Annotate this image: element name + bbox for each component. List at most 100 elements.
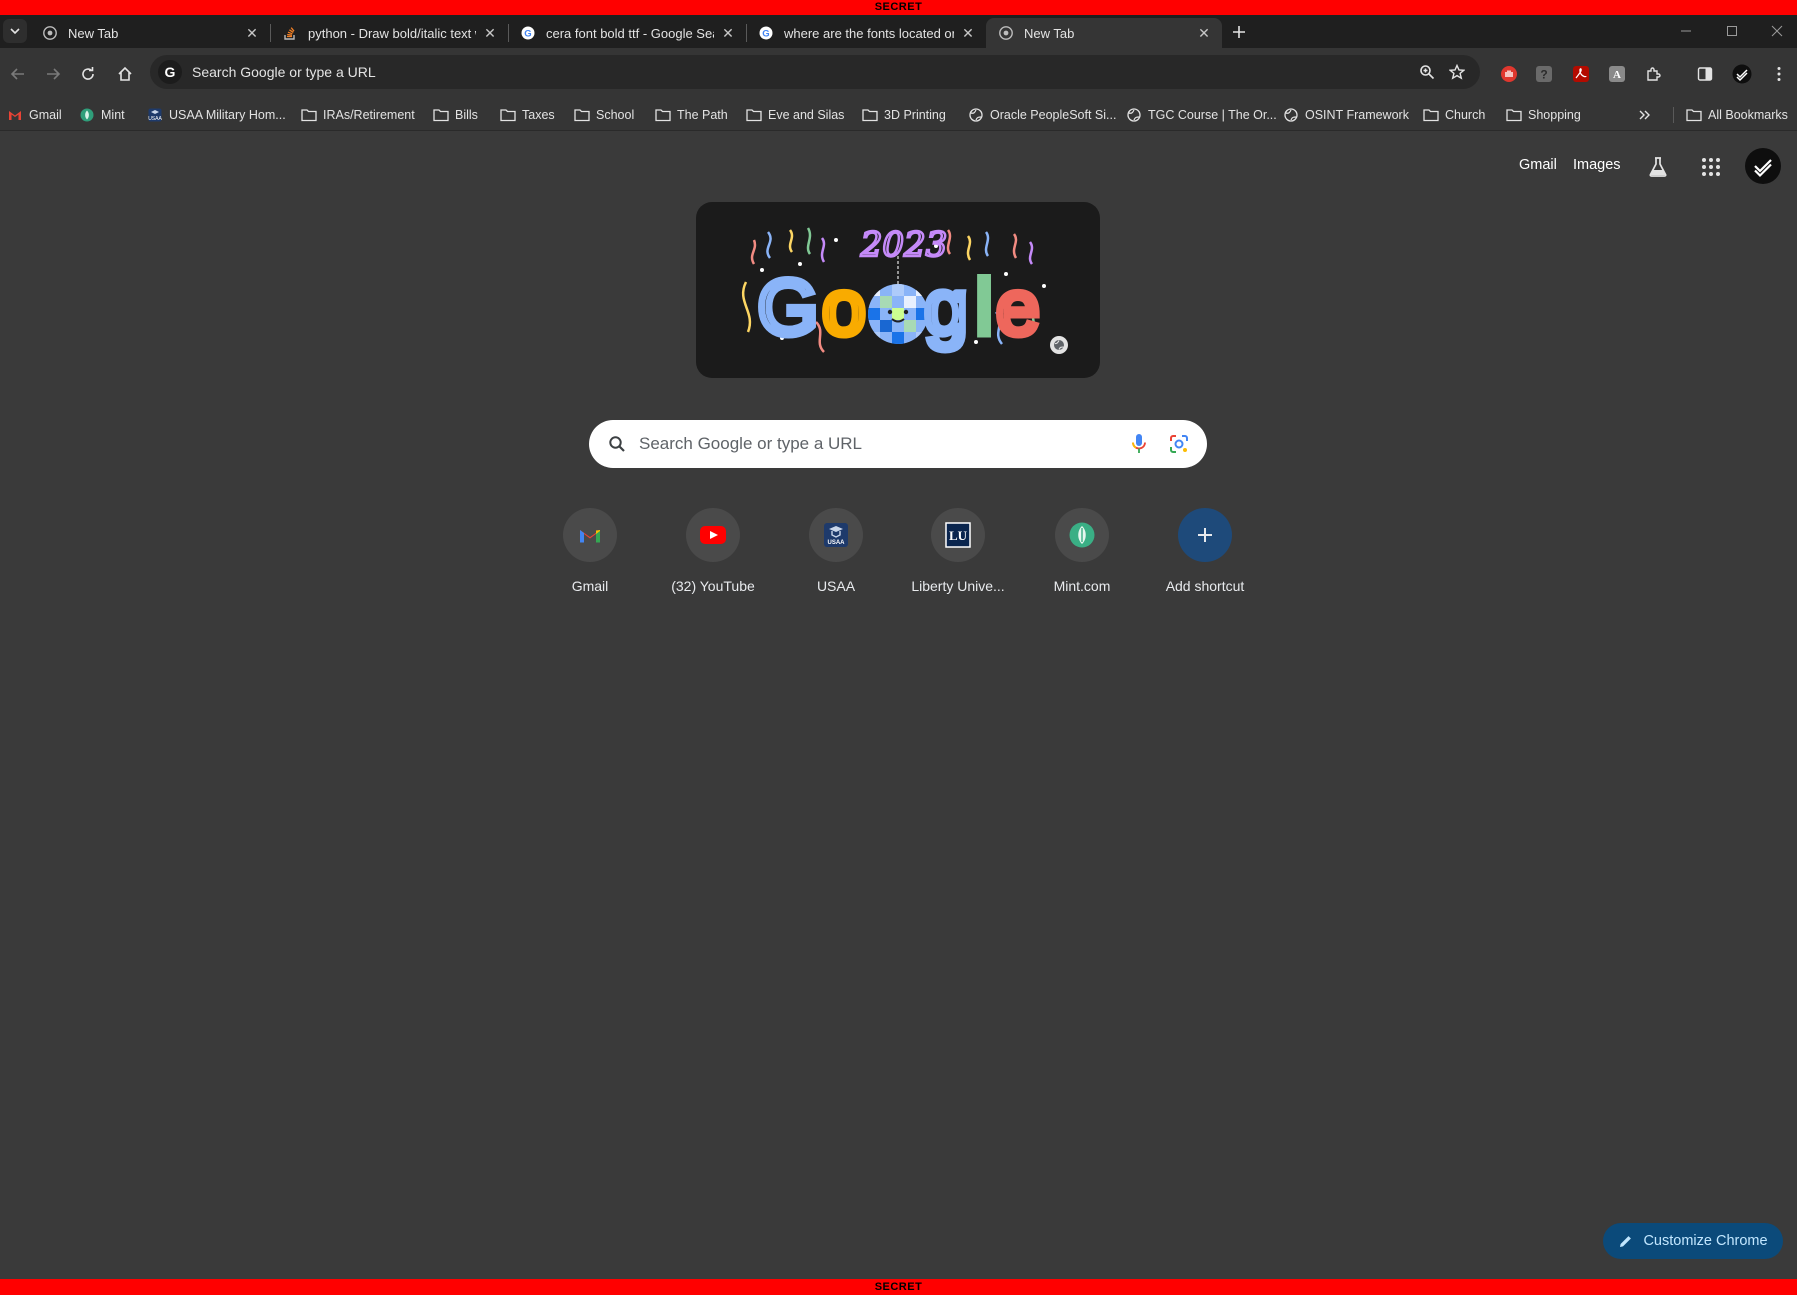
tab-new-tab-1[interactable]: New Tab ✕ [30, 18, 270, 48]
tab-search-button[interactable] [3, 19, 27, 43]
close-icon[interactable]: ✕ [244, 25, 260, 41]
bookmark-label: Bills [455, 108, 478, 122]
shortcut-usaa[interactable]: USAA USAA [780, 504, 892, 600]
chrome-menu-button[interactable] [1768, 63, 1790, 85]
bookmark-label: Church [1445, 108, 1486, 122]
maximize-icon [1727, 26, 1737, 36]
bookmark-gmail[interactable]: Gmail [7, 104, 62, 126]
new-tab-button[interactable] [1227, 20, 1251, 44]
bookmark-label: USAA Military Hom... [169, 108, 286, 122]
add-shortcut-button[interactable]: Add shortcut [1149, 504, 1261, 600]
close-icon[interactable]: ✕ [960, 25, 976, 41]
doodle-year: 2023 [860, 225, 948, 265]
bookmark-label: 3D Printing [884, 108, 946, 122]
svg-text:G: G [758, 263, 819, 351]
svg-text:g: g [924, 263, 967, 351]
tab-cera-font[interactable]: G cera font bold ttf - Google Sear ✕ [508, 18, 746, 48]
bookmark-folder-taxes[interactable]: Taxes [500, 104, 555, 126]
bookmark-folder-shopping[interactable]: Shopping [1506, 104, 1581, 126]
globe-icon [968, 107, 984, 123]
maximize-button[interactable] [1712, 19, 1752, 43]
close-icon[interactable]: ✕ [482, 25, 498, 41]
home-button[interactable] [109, 58, 141, 90]
bookmark-usaa[interactable]: USAA USAA Military Hom... [147, 104, 286, 126]
side-panel-button[interactable] [1694, 63, 1716, 85]
doodle-image: 2023 G o g l e [741, 224, 1046, 355]
shortcut-liberty-university[interactable]: LU Liberty Unive... [902, 504, 1014, 600]
omnibox-text[interactable]: Search Google or type a URL [192, 64, 1412, 80]
gmail-icon [563, 508, 617, 562]
bookmarks-overflow-button[interactable] [1638, 104, 1652, 126]
bookmark-folder-iras[interactable]: IRAs/Retirement [301, 104, 415, 126]
bookmark-label: School [596, 108, 635, 122]
search-input[interactable] [639, 434, 1119, 454]
google-doodle[interactable]: 2023 G o g l e [696, 202, 1100, 378]
search-box[interactable] [589, 420, 1207, 468]
all-bookmarks[interactable]: All Bookmarks [1686, 104, 1788, 126]
bookmark-mint[interactable]: Mint [79, 104, 125, 126]
google-apps-button[interactable] [1695, 151, 1727, 183]
back-button[interactable] [2, 58, 34, 90]
close-icon[interactable]: ✕ [720, 25, 736, 41]
bookmark-star-button[interactable] [1442, 57, 1472, 87]
close-window-button[interactable] [1757, 19, 1797, 43]
tab-python-draw[interactable]: python - Draw bold/italic text w ✕ [270, 18, 508, 48]
svg-text:?: ? [1540, 68, 1547, 82]
globe-icon [1054, 340, 1064, 350]
shortcut-gmail[interactable]: Gmail [534, 504, 646, 600]
svg-text:A: A [1613, 69, 1621, 81]
bookmark-osint-framework[interactable]: OSINT Framework [1283, 104, 1409, 126]
minimize-button[interactable] [1666, 19, 1706, 43]
images-link[interactable]: Images [1573, 157, 1621, 173]
close-icon[interactable]: ✕ [1196, 25, 1212, 41]
gmail-link[interactable]: Gmail [1519, 157, 1557, 173]
bookmark-label: The Path [677, 108, 728, 122]
zoom-button[interactable] [1412, 57, 1442, 87]
forward-button[interactable] [37, 58, 69, 90]
customize-chrome-button[interactable]: Customize Chrome [1603, 1223, 1783, 1259]
chrome-icon [42, 25, 58, 41]
labs-button[interactable] [1642, 151, 1674, 183]
bookmark-oracle-peoplesoft[interactable]: Oracle PeopleSoft Si... [968, 104, 1116, 126]
close-icon [1771, 25, 1783, 37]
bookmark-tgc-course[interactable]: TGC Course | The Or... [1126, 104, 1277, 126]
extension-button[interactable] [1570, 63, 1592, 85]
bookmark-folder-3d-printing[interactable]: 3D Printing [862, 104, 946, 126]
tab-title: python - Draw bold/italic text w [308, 25, 476, 41]
shortcut-label: Gmail [571, 578, 609, 594]
profile-button[interactable] [1731, 63, 1753, 85]
bookmark-folder-the-path[interactable]: The Path [655, 104, 728, 126]
double-chevron-right-icon [1639, 110, 1650, 120]
bookmark-folder-eve-and-silas[interactable]: Eve and Silas [746, 104, 844, 126]
minimize-icon [1681, 30, 1691, 32]
side-panel-icon [1697, 67, 1713, 81]
bookmark-label: Taxes [522, 108, 555, 122]
extension-button[interactable]: A [1606, 63, 1628, 85]
doodle-share-button[interactable] [1050, 336, 1068, 354]
tab-new-tab-active[interactable]: New Tab ✕ [986, 18, 1222, 48]
folder-icon [1686, 107, 1702, 123]
voice-search-button[interactable] [1119, 424, 1159, 464]
shortcut-youtube[interactable]: (32) YouTube [657, 504, 769, 600]
shortcut-label: Add shortcut [1165, 578, 1245, 594]
tab-fonts-location[interactable]: G where are the fonts located on ✕ [746, 18, 986, 48]
extensions-menu-button[interactable] [1643, 63, 1665, 85]
bookmark-folder-church[interactable]: Church [1423, 104, 1485, 126]
reload-button[interactable] [72, 58, 104, 90]
tab-strip: New Tab ✕ python - Draw bold/italic text… [0, 15, 1797, 48]
account-avatar[interactable] [1745, 148, 1781, 184]
bookmark-label: TGC Course | The Or... [1148, 108, 1277, 122]
extension-button[interactable]: ? [1533, 63, 1555, 85]
folder-icon [655, 107, 671, 123]
chevron-down-icon [10, 28, 20, 35]
bookmark-folder-school[interactable]: School [574, 104, 634, 126]
shortcut-mint[interactable]: Mint.com [1026, 504, 1138, 600]
pdf-icon [1573, 66, 1589, 82]
shortcut-label: Mint.com [1053, 578, 1111, 594]
extension-button[interactable] [1498, 63, 1520, 85]
lens-search-button[interactable] [1159, 424, 1199, 464]
bookmark-folder-bills[interactable]: Bills [433, 104, 478, 126]
bookmark-label: Mint [101, 108, 125, 122]
omnibox[interactable]: G Search Google or type a URL [150, 55, 1480, 89]
reload-icon [82, 67, 94, 80]
